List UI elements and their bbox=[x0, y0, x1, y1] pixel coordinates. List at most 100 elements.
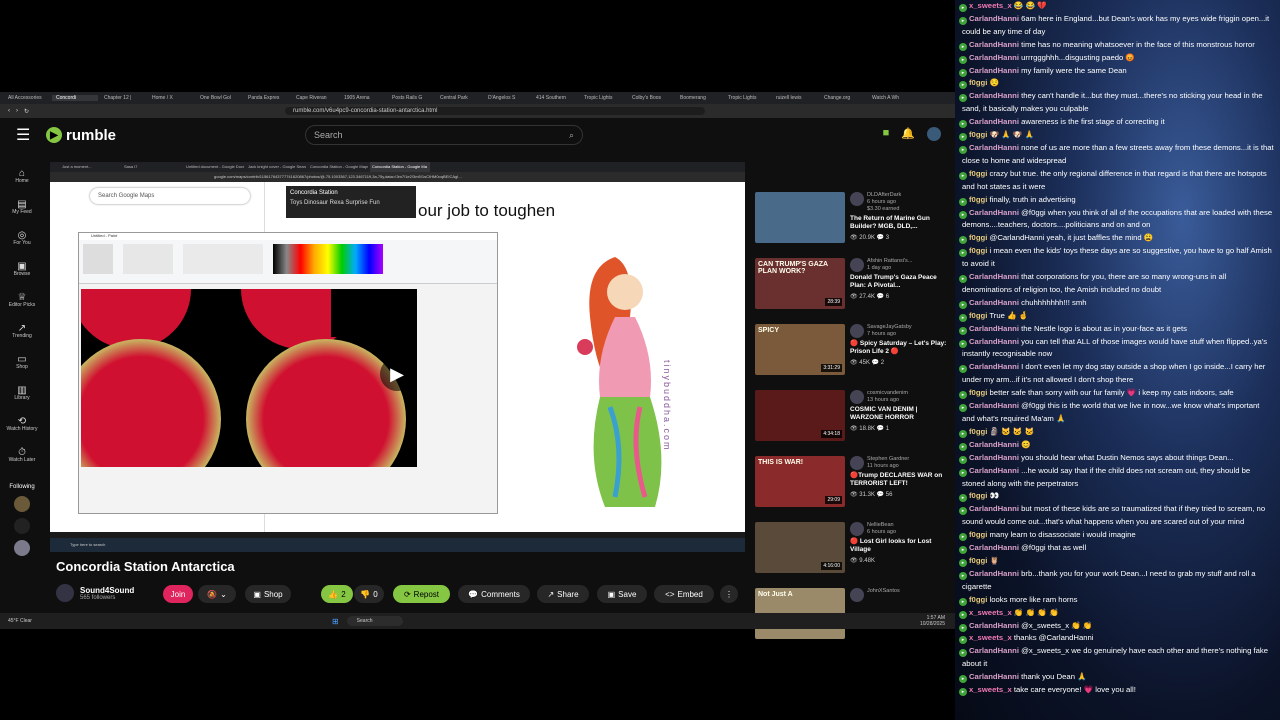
channel-avatar[interactable] bbox=[850, 192, 864, 206]
notification-bell-icon[interactable]: 🔔 bbox=[901, 127, 915, 141]
related-channel[interactable]: JohnXSantos bbox=[850, 588, 950, 602]
channel-avatar[interactable] bbox=[56, 584, 74, 602]
user-avatar[interactable] bbox=[927, 127, 941, 141]
related-channel[interactable]: cosmicvandenim 13 hours ago bbox=[850, 390, 950, 404]
sidebar-item-library[interactable]: ▥ Library bbox=[0, 379, 44, 410]
related-channel[interactable]: SavageJayGatsby 7 hours ago bbox=[850, 324, 950, 338]
channel-name[interactable]: NellieBean bbox=[867, 522, 896, 529]
rumble-logo[interactable]: ▶ rumble bbox=[46, 127, 116, 144]
search-icon[interactable]: ⌕ bbox=[569, 130, 574, 141]
join-button[interactable]: Join bbox=[163, 585, 193, 603]
related-thumbnail[interactable] bbox=[755, 192, 845, 243]
browser-tab[interactable]: Central Park bbox=[436, 95, 482, 101]
menu-icon[interactable]: ☰ bbox=[16, 125, 46, 145]
chat-username[interactable]: CarlandHanni bbox=[969, 298, 1019, 307]
sidebar-item-my-feed[interactable]: ▤ My Feed bbox=[0, 193, 44, 224]
chat-username[interactable]: x_sweets_x bbox=[969, 1, 1012, 10]
related-title[interactable]: 🔴 Lost Girl looks for Lost Village bbox=[850, 538, 950, 554]
related-channel[interactable]: Afshin Rattansi's... 1 day ago bbox=[850, 258, 950, 272]
chat-username[interactable]: f0ggi bbox=[969, 246, 987, 255]
related-title[interactable]: Donald Trump's Gaza Peace Plan: A Pivota… bbox=[850, 274, 950, 290]
chat-username[interactable]: f0ggi bbox=[969, 78, 987, 87]
related-title[interactable]: 🔴 Spicy Saturday – Let's Play: Prison Li… bbox=[850, 340, 950, 356]
chat-username[interactable]: f0ggi bbox=[969, 556, 987, 565]
channel-name[interactable]: Afshin Rattansi's... bbox=[867, 258, 912, 265]
channel-avatar[interactable] bbox=[850, 324, 864, 338]
browser-tab[interactable]: Colby's Boos bbox=[628, 95, 674, 101]
related-video-item[interactable]: 4:34:18 cosmicvandenim 13 hours ago COSMIC … bbox=[755, 390, 955, 456]
browser-tab[interactable]: D'Angelos S bbox=[484, 95, 530, 101]
sidebar-item-browse[interactable]: ▣ Browse bbox=[0, 255, 44, 286]
upload-video-icon[interactable]: ■ bbox=[883, 127, 890, 141]
video-player[interactable]: Just a moment... Sasa l7 Untitled document… bbox=[50, 162, 745, 552]
sidebar-item-trending[interactable]: ↗ Trending bbox=[0, 317, 44, 348]
taskbar-search[interactable]: Search bbox=[346, 616, 403, 626]
browser-tab[interactable]: Posts Rails G bbox=[388, 95, 434, 101]
sidebar-item-editor-picks[interactable]: ♕ Editor Picks bbox=[0, 286, 44, 317]
play-button[interactable]: ▶ bbox=[380, 357, 414, 391]
browser-tab[interactable]: Change.org bbox=[820, 95, 866, 101]
chat-username[interactable]: f0ggi bbox=[969, 233, 987, 242]
channel-info[interactable]: Sound4Sound 565 followers bbox=[56, 584, 134, 602]
chat-username[interactable]: CarlandHanni bbox=[969, 543, 1019, 552]
channel-name[interactable]: DLDAfterDark bbox=[867, 192, 901, 199]
chat-username[interactable]: CarlandHanni bbox=[969, 504, 1019, 513]
browser-tab[interactable]: Concordi bbox=[52, 95, 98, 101]
related-thumbnail[interactable]: CAN TRUMP'S GAZA PLAN WORK? 28:39 bbox=[755, 258, 845, 309]
chat-username[interactable]: CarlandHanni bbox=[969, 272, 1019, 281]
related-video-item[interactable]: THIS IS WAR! 29:09 Stephen Gardner 11 hours… bbox=[755, 456, 955, 522]
taskbar-clock[interactable]: 1:57 AM 10/28/2025 bbox=[920, 615, 945, 627]
sidebar-item-for-you[interactable]: ◎ For You bbox=[0, 224, 44, 255]
chat-username[interactable]: x_sweets_x bbox=[969, 685, 1012, 694]
chat-username[interactable]: CarlandHanni bbox=[969, 91, 1019, 100]
more-options-button[interactable]: ⋮ bbox=[720, 585, 738, 603]
channel-name[interactable]: cosmicvandenim bbox=[867, 390, 908, 397]
browser-tab[interactable]: 414 Southern bbox=[532, 95, 578, 101]
player-close-button[interactable]: ✕ bbox=[726, 197, 733, 206]
chat-username[interactable]: CarlandHanni bbox=[969, 440, 1019, 449]
chat-username[interactable]: CarlandHanni bbox=[969, 117, 1019, 126]
chat-username[interactable]: CarlandHanni bbox=[969, 621, 1019, 630]
following-avatar[interactable] bbox=[14, 496, 30, 512]
browser-tab[interactable]: Tropic Lights bbox=[580, 95, 626, 101]
related-video-item[interactable]: DLDAfterDark 6 hours ago $3.30 earned The R… bbox=[755, 192, 955, 258]
dislike-button[interactable]: 👎 0 bbox=[354, 585, 384, 603]
embed-button[interactable]: <> Embed bbox=[654, 585, 714, 603]
related-thumbnail[interactable]: SPICY 3:31:29 bbox=[755, 324, 845, 375]
reload-icon[interactable]: ↻ bbox=[24, 108, 29, 115]
channel-name[interactable]: JohnXSantos bbox=[867, 588, 900, 595]
notification-toggle-button[interactable]: 🔕 ⌄ bbox=[198, 585, 236, 603]
following-avatar[interactable] bbox=[14, 518, 30, 534]
chat-username[interactable]: f0ggi bbox=[969, 388, 987, 397]
browser-tab[interactable]: Home / X bbox=[148, 95, 194, 101]
chat-username[interactable]: f0ggi bbox=[969, 195, 987, 204]
related-video-item[interactable]: CAN TRUMP'S GAZA PLAN WORK? 28:39 Afshin R… bbox=[755, 258, 955, 324]
chat-username[interactable]: f0ggi bbox=[969, 427, 987, 436]
related-thumbnail[interactable]: 4:16:00 bbox=[755, 522, 845, 573]
following-avatar[interactable] bbox=[14, 540, 30, 556]
chat-username[interactable]: CarlandHanni bbox=[969, 453, 1019, 462]
url-field[interactable]: rumble.com/v6u4pc9-concordia-station-ant… bbox=[285, 107, 706, 115]
channel-name[interactable]: Stephen Gardner bbox=[867, 456, 909, 463]
chat-username[interactable]: CarlandHanni bbox=[969, 66, 1019, 75]
chat-username[interactable]: CarlandHanni bbox=[969, 53, 1019, 62]
forward-icon[interactable]: › bbox=[16, 108, 18, 114]
search-input[interactable]: Search ⌕ bbox=[305, 125, 583, 145]
channel-avatar[interactable] bbox=[850, 456, 864, 470]
browser-tab[interactable]: Cape Riveran bbox=[292, 95, 338, 101]
chat-username[interactable]: CarlandHanni bbox=[969, 337, 1019, 346]
chat-username[interactable]: CarlandHanni bbox=[969, 143, 1019, 152]
chat-username[interactable]: f0ggi bbox=[969, 491, 987, 500]
chat-username[interactable]: f0ggi bbox=[969, 130, 987, 139]
related-thumbnail[interactable]: 4:34:18 bbox=[755, 390, 845, 441]
chat-username[interactable]: f0ggi bbox=[969, 530, 987, 539]
sidebar-item-home[interactable]: ⌂ Home bbox=[0, 162, 44, 193]
channel-avatar[interactable] bbox=[850, 258, 864, 272]
chat-username[interactable]: CarlandHanni bbox=[969, 672, 1019, 681]
chat-username[interactable]: CarlandHanni bbox=[969, 324, 1019, 333]
shop-button[interactable]: ▣ Shop bbox=[245, 585, 291, 603]
player-share-button[interactable]: ↗ Share bbox=[678, 198, 705, 206]
channel-avatar[interactable] bbox=[850, 588, 864, 602]
browser-tab[interactable]: Chapter 12 | bbox=[100, 95, 146, 101]
browser-tab[interactable]: Boomerang bbox=[676, 95, 722, 101]
